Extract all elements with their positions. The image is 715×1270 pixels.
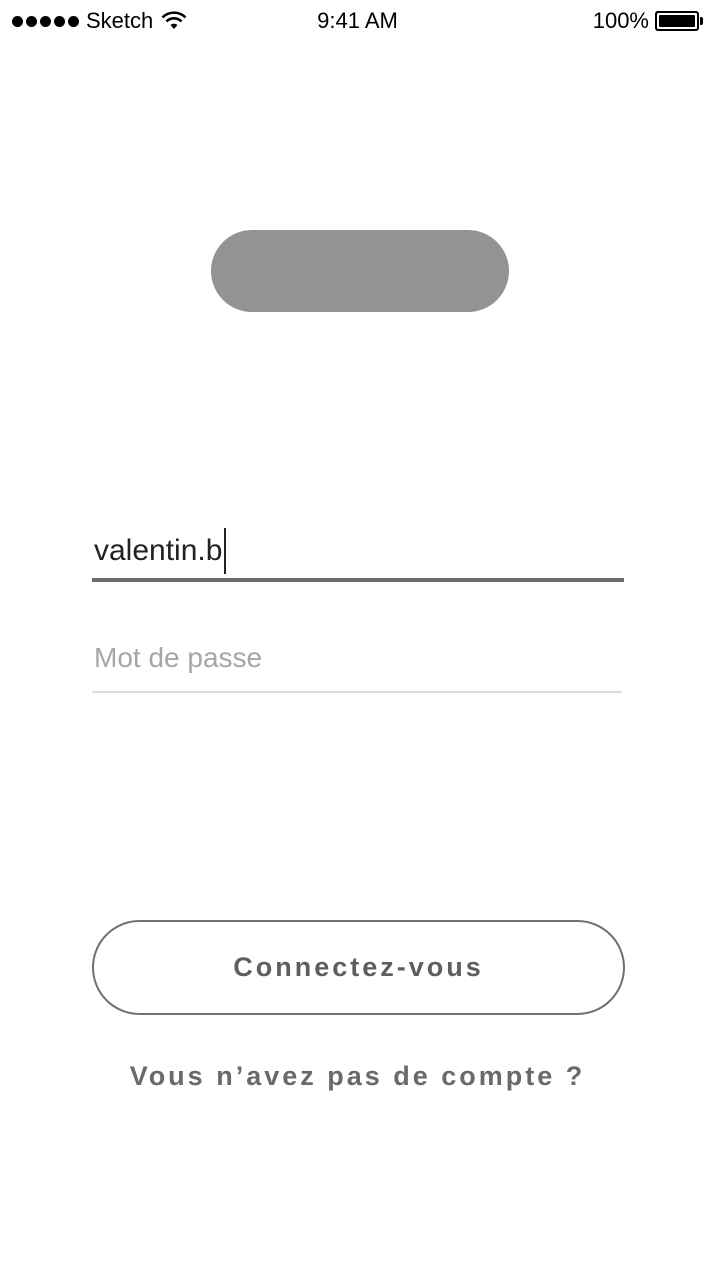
status-bar: Sketch 9:41 AM 100% (0, 0, 715, 42)
battery-cap (700, 17, 703, 25)
battery-percentage: 100% (592, 8, 649, 33)
signup-link[interactable]: Vous n’avez pas de compte ? (0, 1058, 715, 1094)
battery-icon (655, 11, 699, 31)
text-cursor (224, 528, 227, 574)
login-screen: Sketch 9:41 AM 100% valentin.b Mot de pa… (0, 0, 715, 1270)
username-field[interactable]: valentin.b (92, 512, 624, 582)
password-placeholder: Mot de passe (94, 642, 263, 673)
login-button[interactable]: Connectez-vous (92, 920, 625, 1015)
logo-placeholder (211, 230, 509, 312)
password-field[interactable]: Mot de passe (92, 630, 622, 693)
status-right: 100% (593, 8, 703, 34)
username-value-wrapper: valentin.b (94, 528, 227, 574)
username-value: valentin.b (94, 534, 223, 567)
